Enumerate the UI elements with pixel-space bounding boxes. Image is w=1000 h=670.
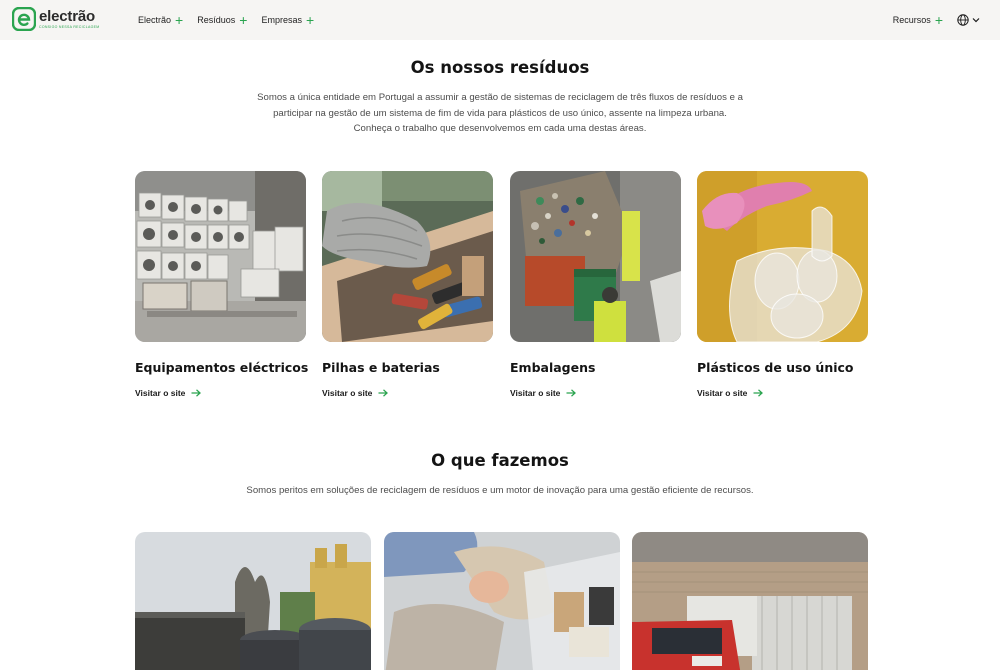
packaging-image[interactable] bbox=[510, 171, 681, 342]
card-title: Embalagens bbox=[510, 360, 596, 375]
what-we-do-title: O que fazemos bbox=[431, 451, 569, 470]
residue-card-packaging: Embalagens Visitar o site bbox=[510, 171, 681, 398]
main-nav: Electrão + Resíduos + Empresas + bbox=[138, 0, 328, 40]
logo-tagline: CONSIGO NESSA RECICLAGEM bbox=[39, 25, 100, 29]
nav-item-empresas[interactable]: Empresas + bbox=[261, 12, 315, 28]
header-right: Recursos + bbox=[893, 0, 980, 40]
nav-item-recursos[interactable]: Recursos + bbox=[892, 12, 943, 28]
visit-site-link[interactable]: Visitar o site bbox=[322, 388, 493, 398]
nav-item-residuos[interactable]: Resíduos + bbox=[197, 12, 248, 28]
residues-title: Os nossos resíduos bbox=[410, 58, 590, 77]
chevron-down-icon bbox=[972, 18, 980, 23]
service-card-sorting-image[interactable] bbox=[384, 532, 620, 670]
arrow-right-icon bbox=[753, 389, 764, 397]
language-selector[interactable] bbox=[957, 14, 980, 26]
service-card-collection-image[interactable] bbox=[135, 532, 371, 670]
link-label: Visitar o site bbox=[322, 388, 373, 398]
logo[interactable]: electrão CONSIGO NESSA RECICLAGEM bbox=[11, 6, 100, 32]
arrow-right-icon bbox=[378, 389, 389, 397]
visit-site-link[interactable]: Visitar o site bbox=[697, 388, 868, 398]
logo-name: electrão bbox=[39, 8, 95, 25]
nav-item-electrao[interactable]: Electrão + bbox=[138, 12, 184, 28]
arrow-right-icon bbox=[566, 389, 577, 397]
card-title: Plásticos de uso único bbox=[697, 360, 854, 375]
link-label: Visitar o site bbox=[697, 388, 748, 398]
plus-icon: + bbox=[305, 12, 315, 28]
plus-icon: + bbox=[175, 12, 184, 28]
visit-site-link[interactable]: Visitar o site bbox=[510, 388, 681, 398]
intro-line: participar na gestão de um sistema de fi… bbox=[273, 107, 727, 119]
globe-icon bbox=[957, 14, 969, 26]
link-label: Visitar o site bbox=[510, 388, 561, 398]
plastics-image[interactable] bbox=[697, 171, 868, 342]
batteries-image[interactable] bbox=[322, 171, 493, 342]
link-label: Visitar o site bbox=[135, 388, 186, 398]
site-header: electrão CONSIGO NESSA RECICLAGEM Electr… bbox=[0, 0, 1000, 40]
residue-card-batteries: Pilhas e baterias Visitar o site bbox=[322, 171, 493, 398]
plus-icon: + bbox=[934, 12, 943, 28]
intro-line: Conheça o trabalho que desenvolvemos em … bbox=[353, 123, 647, 134]
arrow-right-icon bbox=[191, 389, 202, 397]
visit-site-link[interactable]: Visitar o site bbox=[135, 388, 306, 398]
logo-mark-icon bbox=[11, 6, 37, 32]
card-title: Pilhas e baterias bbox=[322, 360, 440, 375]
what-we-do-subtitle: Somos peritos em soluções de reciclagem … bbox=[246, 485, 754, 496]
card-title: Equipamentos eléctricos bbox=[135, 360, 309, 375]
residues-intro: Somos a única entidade em Portugal a ass… bbox=[240, 90, 760, 137]
residue-card-electric: Equipamentos eléctricos Visitar o site bbox=[135, 171, 309, 398]
service-card-transport-image[interactable] bbox=[632, 532, 868, 670]
plus-icon: + bbox=[239, 12, 248, 28]
nav-item-label: Empresas bbox=[261, 15, 302, 25]
nav-item-label: Electrão bbox=[138, 15, 172, 25]
intro-line: Somos a única entidade em Portugal a ass… bbox=[257, 92, 743, 103]
electric-equipment-image[interactable] bbox=[135, 171, 306, 342]
residue-card-single-use-plastics: Plásticos de uso único Visitar o site bbox=[697, 171, 868, 398]
nav-item-label: Recursos bbox=[892, 15, 931, 25]
nav-item-label: Resíduos bbox=[197, 15, 236, 25]
